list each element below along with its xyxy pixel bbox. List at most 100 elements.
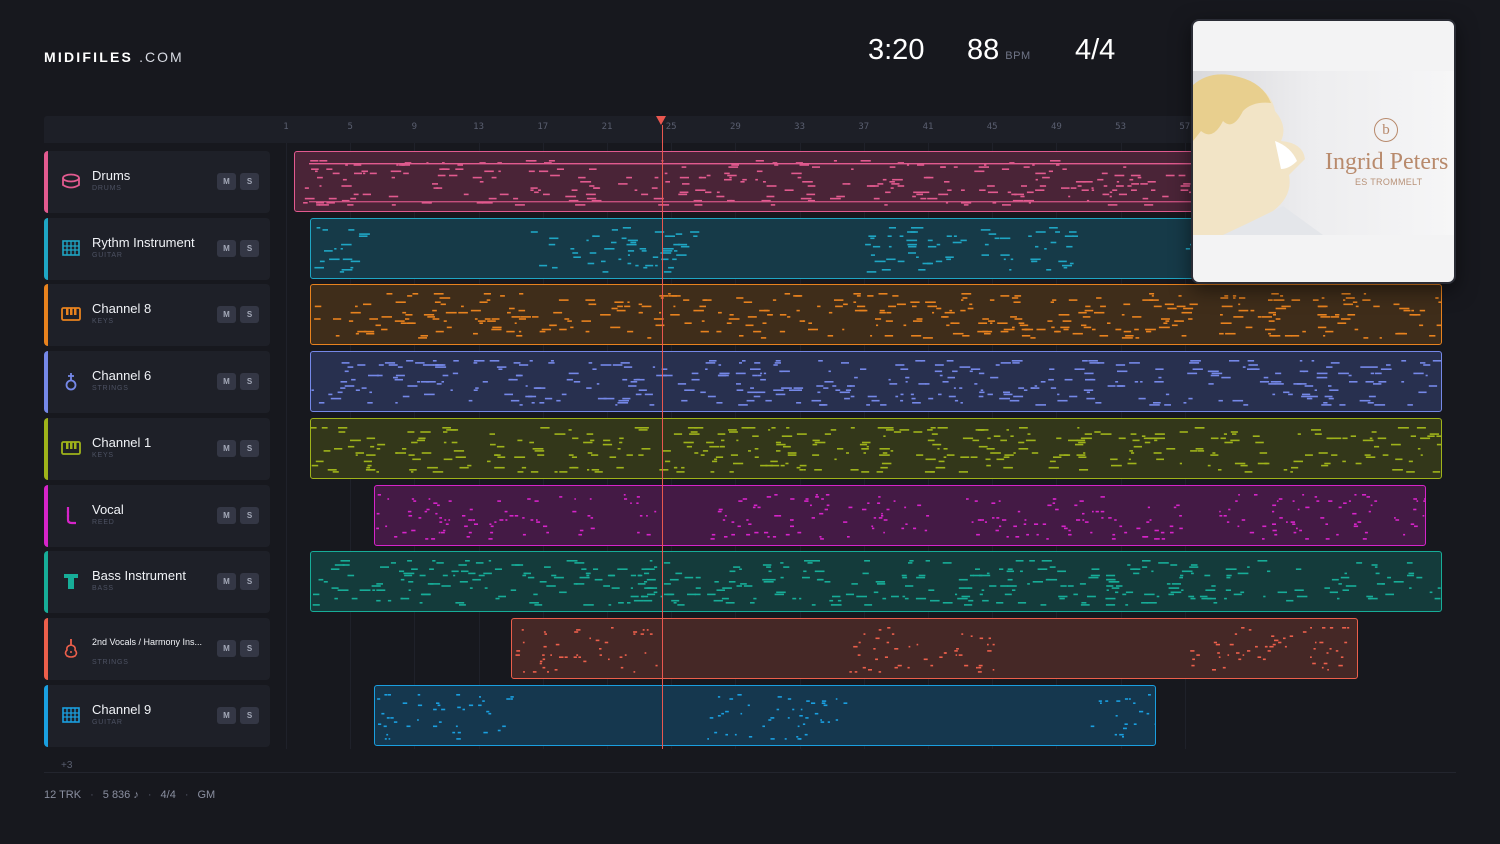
footer-time-signature: 4/4 [160, 789, 176, 801]
track-instrument-type: DRUMS [92, 185, 122, 192]
artist-photo [1193, 74, 1323, 235]
mute-button[interactable]: M [217, 373, 236, 391]
track-header[interactable]: 2nd Vocals / Harmony Ins... STRINGS M S [44, 617, 270, 680]
midi-clip[interactable] [310, 417, 1442, 479]
track-name: 2nd Vocals / Harmony Ins... [92, 636, 203, 647]
clip-notes [314, 293, 1441, 340]
bpm-label: BPM [1005, 50, 1031, 62]
track-name: Channel 1 [92, 434, 152, 450]
bar-gridline [286, 143, 287, 749]
track-name: Rythm Instrument [92, 234, 195, 250]
ruler-tick: 1 [283, 122, 289, 132]
mute-button[interactable]: M [217, 639, 236, 657]
violin-icon [60, 637, 82, 659]
midi-clip[interactable] [310, 351, 1442, 413]
midi-clip[interactable] [310, 284, 1442, 346]
solo-button[interactable]: S [240, 306, 259, 324]
album-title: ES TROMMELT [1355, 177, 1423, 187]
guitar-grid-icon [60, 237, 82, 259]
keyboard-icon [60, 303, 82, 325]
midi-clip[interactable] [510, 617, 1359, 679]
ruler-tick: 21 [601, 122, 613, 132]
mute-button[interactable]: M [217, 239, 236, 257]
file-summary: 12 TRK · 5 836 ♪ · 4/4 · GM [44, 789, 216, 801]
artist-name: Ingrid Peters [1325, 149, 1449, 175]
playhead-line[interactable] [661, 125, 663, 749]
midi-clip[interactable] [310, 551, 1442, 613]
ruler-tick: 29 [729, 122, 741, 132]
track-header[interactable]: Bass Instrument BASS M S [44, 551, 270, 614]
track-color-bar [44, 417, 48, 480]
drum-icon [60, 170, 82, 192]
track-name: Vocal [92, 501, 124, 517]
ruler-tick: 45 [986, 122, 998, 132]
track-instrument-type: KEYS [92, 451, 114, 459]
tempo-display: 88 BPM [967, 34, 1031, 67]
midi-clip[interactable] [374, 684, 1156, 746]
track-count: 12 TRK [44, 789, 82, 801]
midi-standard: GM [197, 789, 216, 801]
more-tracks-indicator[interactable]: +3 [61, 760, 72, 771]
midi-clip[interactable] [374, 484, 1426, 546]
track-color-bar [44, 284, 48, 347]
ruler-tick: 9 [411, 122, 418, 132]
clip-notes [312, 560, 1441, 606]
ruler-tick: 13 [473, 122, 485, 132]
track-instrument-type: BASS [92, 585, 114, 593]
track-header[interactable]: Channel 8 KEYS M S [44, 284, 270, 347]
mute-button[interactable]: M [217, 706, 236, 724]
artist-monogram: b [1374, 118, 1398, 142]
mute-button[interactable]: M [217, 506, 236, 524]
note-count: 5 836 ♪ [102, 789, 139, 801]
solo-button[interactable]: S [240, 573, 259, 591]
mute-button[interactable]: M [217, 573, 236, 591]
mute-button[interactable]: M [217, 173, 236, 190]
solo-button[interactable]: S [240, 239, 259, 257]
guitar-grid-icon [60, 704, 82, 726]
track-header[interactable]: Channel 9 GUITAR M S [44, 684, 270, 747]
solo-button[interactable]: S [240, 706, 259, 724]
solo-button[interactable]: S [240, 173, 259, 190]
track-header[interactable]: Channel 6 STRINGS M S [44, 351, 270, 414]
bass-icon [60, 570, 82, 592]
mute-button[interactable]: M [217, 439, 236, 457]
solo-button[interactable]: S [240, 373, 259, 391]
track-color-bar [44, 351, 48, 414]
track-color-bar [44, 217, 48, 280]
ruler-tick: 17 [537, 122, 549, 132]
track-name: Channel 6 [92, 368, 152, 384]
solo-button[interactable]: S [240, 439, 259, 457]
track-color-bar [44, 151, 48, 213]
track-instrument-type: GUITAR [92, 251, 123, 259]
track-header[interactable]: Rythm Instrument GUITAR M S [44, 217, 270, 280]
album-cover: b Ingrid Peters ES TROMMELT [1191, 19, 1456, 284]
track-instrument-type: STRINGS [92, 385, 129, 393]
ruler-tick: 49 [1050, 122, 1062, 132]
track-name: Bass Instrument [92, 568, 186, 584]
clip-notes [377, 693, 1152, 740]
track-name: Channel 8 [92, 301, 152, 317]
track-color-bar [44, 617, 48, 680]
track-name: Drums [92, 168, 131, 183]
track-instrument-type: KEYS [92, 318, 114, 326]
track-instrument-type: GUITAR [92, 718, 123, 726]
keyboard-icon [60, 437, 82, 459]
ruler-tick: 37 [858, 122, 870, 132]
brand-logo: MIDIFILES .COM [44, 49, 184, 65]
ruler-tick: 33 [794, 122, 806, 132]
track-instrument-type: REED [92, 518, 115, 526]
ruler-tick: 25 [665, 122, 677, 132]
solo-button[interactable]: S [240, 506, 259, 524]
mute-button[interactable]: M [217, 306, 236, 324]
track-header[interactable]: Channel 1 KEYS M S [44, 417, 270, 480]
playhead-handle[interactable] [656, 116, 667, 125]
strings-icon [60, 370, 82, 392]
track-header[interactable]: Vocal REED M S [44, 484, 270, 547]
clip-notes [311, 426, 1441, 473]
solo-button[interactable]: S [240, 639, 259, 657]
divider [44, 772, 1456, 773]
ruler-tick: 5 [347, 122, 353, 132]
track-header[interactable]: Drums DRUMS M S [44, 151, 270, 213]
ruler-tick: 57 [1179, 122, 1191, 132]
clip-notes [376, 493, 1425, 540]
